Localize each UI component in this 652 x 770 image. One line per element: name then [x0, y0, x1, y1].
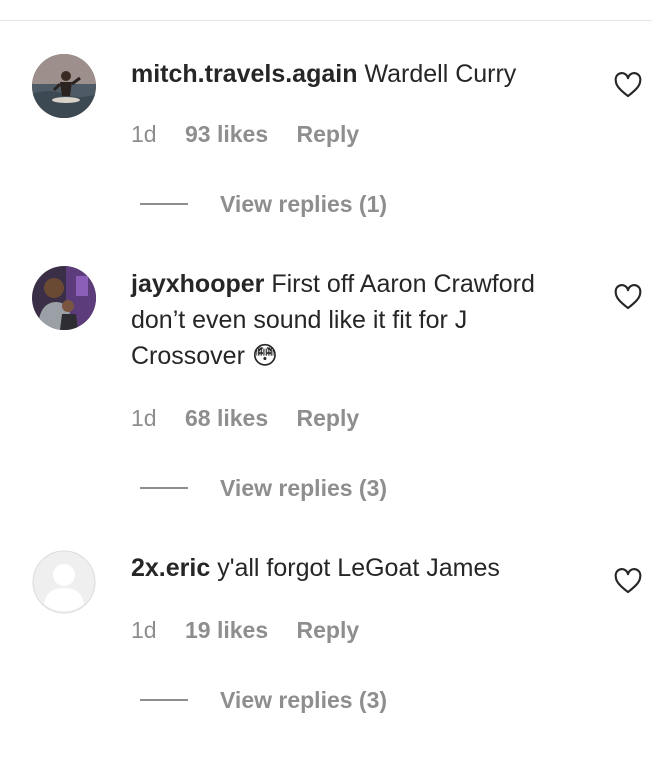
reply-button[interactable]: Reply	[297, 405, 360, 431]
comment-item: jayxhooper First off Aaron Crawford don’…	[0, 266, 652, 506]
comment-age: 1d	[131, 121, 157, 147]
view-replies-button[interactable]: View replies (3)	[140, 685, 387, 715]
flushed-face-emoji-icon: 😳	[251, 342, 278, 370]
view-replies-label: View replies (1)	[220, 190, 388, 217]
avatar[interactable]	[32, 54, 96, 118]
replies-line	[140, 487, 188, 489]
avatar[interactable]	[32, 266, 96, 330]
comment-meta: 1d 93 likes Reply	[131, 121, 381, 148]
comment-body: Wardell Curry	[364, 60, 517, 88]
comment-body: y'all forgot LeGoat James	[217, 554, 500, 582]
comment-text: jayxhooper First off Aaron Crawford don’…	[131, 266, 581, 374]
comment-username[interactable]: jayxhooper	[131, 270, 264, 298]
avatar-photo-person	[32, 266, 96, 330]
like-heart-icon[interactable]	[614, 284, 642, 310]
comment-text: 2x.eric y'all forgot LeGoat James	[131, 550, 581, 586]
view-replies-label: View replies (3)	[220, 686, 388, 713]
replies-line	[140, 699, 188, 701]
comment-text: mitch.travels.again Wardell Curry	[131, 56, 581, 92]
view-replies-label: View replies (3)	[220, 474, 388, 501]
comment-age: 1d	[131, 617, 157, 643]
view-replies-button[interactable]: View replies (1)	[140, 189, 387, 219]
comment-meta: 1d 68 likes Reply	[131, 405, 381, 432]
like-heart-icon[interactable]	[614, 72, 642, 98]
likes-count[interactable]: 19 likes	[185, 617, 268, 643]
view-replies-button[interactable]: View replies (3)	[140, 473, 387, 503]
comment-item: mitch.travels.again Wardell Curry 1d 93 …	[0, 54, 652, 234]
default-avatar-icon	[32, 550, 96, 614]
comment-username[interactable]: 2x.eric	[131, 554, 210, 582]
comment-username[interactable]: mitch.travels.again	[131, 60, 357, 88]
reply-button[interactable]: Reply	[297, 617, 360, 643]
like-heart-icon[interactable]	[614, 568, 642, 594]
reply-button[interactable]: Reply	[297, 121, 360, 147]
likes-count[interactable]: 68 likes	[185, 405, 268, 431]
avatar-photo-surfer	[32, 54, 96, 118]
top-divider	[0, 20, 652, 21]
replies-line	[140, 203, 188, 205]
comment-age: 1d	[131, 405, 157, 431]
comment-meta: 1d 19 likes Reply	[131, 617, 381, 644]
likes-count[interactable]: 93 likes	[185, 121, 268, 147]
comment-item: 2x.eric y'all forgot LeGoat James 1d 19 …	[0, 550, 652, 730]
avatar[interactable]	[32, 550, 96, 614]
